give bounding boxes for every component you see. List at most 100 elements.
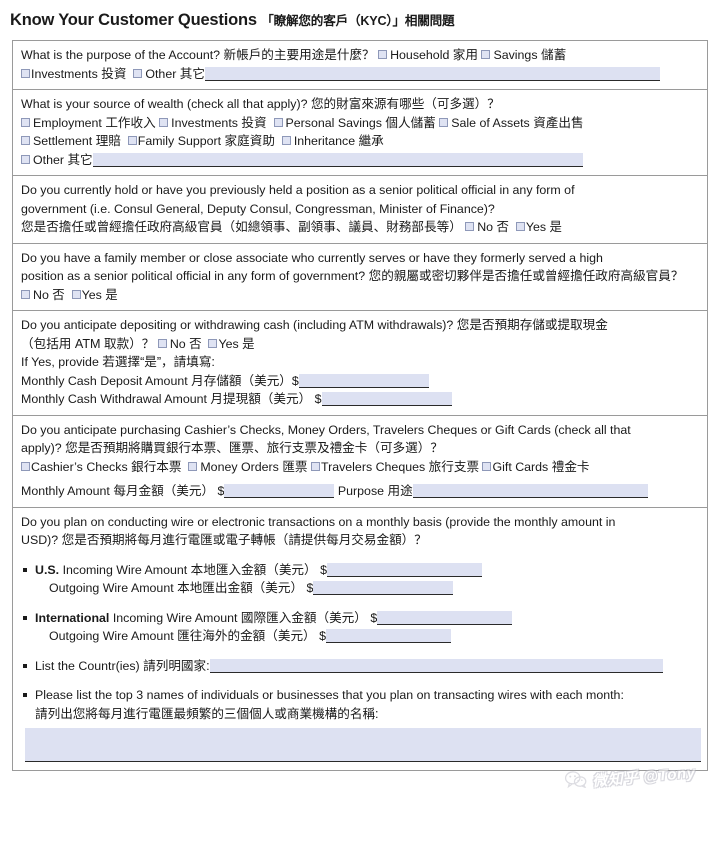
wechat-icon xyxy=(565,770,589,795)
label-savings-cn: 儲蓄 xyxy=(540,48,567,63)
label-other-wealth-en: Other xyxy=(33,152,64,167)
pep-self-question-en-line2: government (i.e. Consul General, Deputy … xyxy=(21,201,495,216)
checkbox-other-wealth[interactable] xyxy=(21,154,30,164)
label-pep-self-yes: Yes 是 xyxy=(525,220,562,235)
label-inheritance-cn: 繼承 xyxy=(358,134,384,149)
label-travelers-cheques-cn: 旅行支票 xyxy=(428,459,480,474)
label-employment-cn: 工作收入 xyxy=(105,115,156,130)
wires-top3-cn: 請列出您將每月進行電匯最頻繁的三個個人或商業機構的名稱: xyxy=(35,706,379,721)
checkbox-pep-family-yes[interactable] xyxy=(71,289,81,299)
input-us-incoming-wire-amount[interactable] xyxy=(326,562,482,577)
checkbox-personal-savings[interactable] xyxy=(273,117,283,127)
instruments-monthly-currency: $ xyxy=(217,484,225,499)
page-title: Know Your Customer Questions 「瞭解您的客戶（KYC… xyxy=(0,0,720,31)
label-money-orders-cn: 匯票 xyxy=(282,459,308,474)
label-other-purpose-cn: 其它 xyxy=(179,66,205,81)
wires-us-incoming-currency: $ xyxy=(320,562,327,577)
input-top3-names[interactable] xyxy=(25,728,701,763)
checkbox-wealth-investments[interactable] xyxy=(159,117,169,127)
checkbox-pep-self-no[interactable] xyxy=(465,222,475,232)
checkbox-pep-self-yes[interactable] xyxy=(515,222,525,232)
input-countries[interactable] xyxy=(209,658,663,673)
page-title-cn: 「瞭解您的客戶（KYC）」相關問題 xyxy=(261,14,455,28)
wires-bullet-list: U.S. Incoming Wire Amount 本地匯入金額（美元） $ O… xyxy=(21,561,699,724)
label-pep-family-no: No 否 xyxy=(33,287,65,302)
cash-deposit-currency: $ xyxy=(291,373,299,388)
checkbox-cash-yes[interactable] xyxy=(208,338,218,348)
section-pep-family: Do you have a family member or close ass… xyxy=(13,244,707,312)
wires-intl-strong: International xyxy=(35,610,110,625)
checkbox-money-orders[interactable] xyxy=(188,461,198,471)
label-other-purpose-en: Other xyxy=(145,66,177,81)
checkbox-family-support[interactable] xyxy=(127,136,137,146)
label-inheritance-en: Inheritance xyxy=(293,134,356,149)
cash-question-en: Do you anticipate depositing or withdraw… xyxy=(21,318,454,333)
cash-if-yes-en: If Yes, provide xyxy=(21,355,99,370)
checkbox-cash-no[interactable] xyxy=(157,338,167,348)
instruments-monthly-label-en: Monthly Amount xyxy=(21,484,110,499)
wires-intl-outgoing-en: Outgoing Wire Amount xyxy=(49,629,174,644)
label-family-support-cn: 家庭資助 xyxy=(224,134,275,149)
label-wealth-investments-cn: 投資 xyxy=(241,115,267,130)
section-pep-self: Do you currently hold or have you previo… xyxy=(13,176,707,244)
checkbox-cashiers-checks[interactable] xyxy=(21,461,30,471)
document-page: Know Your Customer Questions 「瞭解您的客戶（KYC… xyxy=(0,0,720,841)
label-employment-en: Employment xyxy=(33,115,102,130)
label-personal-savings-cn: 個人儲蓄 xyxy=(385,115,436,130)
wires-international-group: International Incoming Wire Amount 國際匯入金… xyxy=(21,609,699,646)
checkbox-household[interactable] xyxy=(378,50,388,60)
checkbox-travelers-cheques[interactable] xyxy=(310,461,320,471)
cash-withdrawal-label-cn: 月提現額（美元） xyxy=(210,392,312,407)
input-intl-outgoing-wire-amount[interactable] xyxy=(326,629,451,644)
cash-deposit-label-en: Monthly Cash Deposit Amount xyxy=(21,373,188,388)
checkbox-gift-cards[interactable] xyxy=(482,461,492,471)
input-other-purpose[interactable] xyxy=(204,66,660,81)
input-other-wealth[interactable] xyxy=(92,152,583,167)
pep-family-question-en-line1: Do you have a family member or close ass… xyxy=(21,250,603,265)
checkbox-other-purpose[interactable] xyxy=(133,68,143,78)
checkbox-sale-of-assets[interactable] xyxy=(439,117,449,127)
label-household-cn: 家用 xyxy=(452,48,478,63)
label-settlement-cn: 理賠 xyxy=(95,134,121,149)
wealth-question-cn: 您的財富來源有哪些（可多選）？ xyxy=(310,97,500,112)
label-other-wealth-cn: 其它 xyxy=(67,152,93,167)
pep-family-question-en-line2: position as a senior political official … xyxy=(21,269,366,284)
wires-top3-group: Please list the top 3 names of individua… xyxy=(21,686,699,723)
checkbox-employment[interactable] xyxy=(21,117,30,127)
input-cash-deposit-amount[interactable] xyxy=(298,373,429,388)
wires-intl-incoming-currency: $ xyxy=(370,610,378,625)
label-pep-self-no: No 否 xyxy=(477,220,509,235)
label-savings-en: Savings xyxy=(493,48,538,63)
checkbox-settlement[interactable] xyxy=(21,136,30,146)
section-account-purpose: What is the purpose of the Account? 新帳戶的… xyxy=(13,41,707,91)
label-money-orders-en: Money Orders xyxy=(200,459,279,474)
input-cash-withdrawal-amount[interactable] xyxy=(321,392,452,407)
label-household-en: Household xyxy=(390,48,450,63)
section-source-of-wealth: What is your source of wealth (check all… xyxy=(13,90,707,177)
cash-withdrawal-label-en: Monthly Cash Withdrawal Amount xyxy=(21,392,207,407)
wires-countries-cn: 請列明國家: xyxy=(143,658,210,673)
label-sale-of-assets-cn: 資產出售 xyxy=(533,115,584,130)
wires-us-incoming-cn: 本地匯入金額（美元） xyxy=(190,562,317,577)
wires-top3-en: Please list the top 3 names of individua… xyxy=(35,688,624,703)
label-cashiers-checks-cn: 銀行本票 xyxy=(131,459,182,474)
section-cash-activity: Do you anticipate depositing or withdraw… xyxy=(13,311,707,416)
checkbox-investments[interactable] xyxy=(21,68,30,78)
label-investments-cn: 投資 xyxy=(101,66,127,81)
pep-family-question-cn: 您的親屬或密切夥伴是否擔任或曾經擔任政府高級官員？ xyxy=(368,269,684,284)
instruments-monthly-label-cn: 每月金額（美元） xyxy=(113,484,215,499)
checkbox-pep-family-no[interactable] xyxy=(21,289,30,299)
input-us-outgoing-wire-amount[interactable] xyxy=(313,581,454,596)
page-title-en: Know Your Customer Questions xyxy=(10,11,257,29)
wires-us-incoming-en: Incoming Wire Amount xyxy=(62,562,188,577)
label-cashiers-checks-en: Cashier’s Checks xyxy=(31,459,128,474)
wires-us-outgoing-currency: $ xyxy=(306,581,314,596)
input-intl-incoming-wire-amount[interactable] xyxy=(377,610,513,625)
label-cash-yes: Yes 是 xyxy=(218,336,255,351)
input-instruments-purpose[interactable] xyxy=(412,484,648,499)
checkbox-inheritance[interactable] xyxy=(281,136,291,146)
input-instruments-monthly-amount[interactable] xyxy=(224,484,335,499)
wires-intl-outgoing-currency: $ xyxy=(319,629,326,644)
purpose-question-en: What is the purpose of the Account? xyxy=(21,48,221,63)
checkbox-savings[interactable] xyxy=(481,50,491,60)
